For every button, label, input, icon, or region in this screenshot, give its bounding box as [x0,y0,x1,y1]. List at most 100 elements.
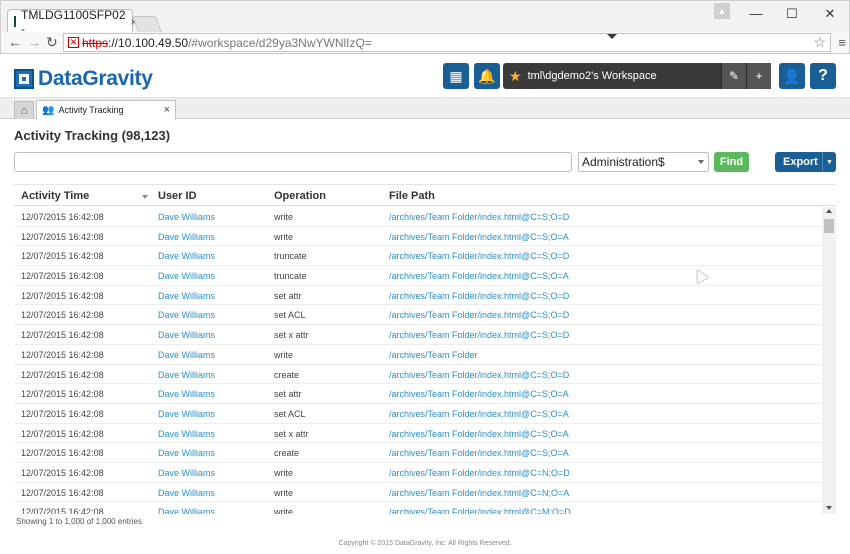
scroll-thumb[interactable] [824,219,834,233]
star-icon[interactable]: ☆ [813,34,826,51]
menu-icon[interactable]: ≡ [838,35,846,50]
table-info: Showing 1 to 1,000 of 1,000 entries [16,517,142,526]
cell-user-id[interactable]: Dave Williams [158,330,215,340]
table-row[interactable]: 12/07/2015 16:42:08 Dave Williams write/ar… [14,227,822,247]
cell-file-path[interactable]: /archives/Team Folder/index.html@C=S;O=D [389,370,569,380]
forward-arrow-icon[interactable]: → [27,34,41,50]
table-row[interactable]: 12/07/2015 16:42:08 Dave Williams set attr… [14,384,822,404]
cell-user-id[interactable]: Dave Williams [158,232,215,242]
share-select[interactable]: Administration$ [578,152,709,172]
cell-operation: set x attr [274,428,309,439]
cell-user-id[interactable]: Dave Williams [158,291,215,301]
profile-icon[interactable]: ▲ [714,3,730,19]
column-header-user-id[interactable]: User ID [158,190,197,202]
table-row[interactable]: 12/07/2015 16:42:08 Dave Williams write/ar… [14,483,822,503]
cell-activity-time: 12/07/2015 16:42:08 [21,231,104,242]
cell-user-id[interactable]: Dave Williams [158,389,215,399]
cell-activity-time: 12/07/2015 16:42:08 [21,507,104,514]
home-icon[interactable]: ⌂ [14,101,34,119]
cell-file-path[interactable]: /archives/Team Folder/index.html@C=S;O=D [389,291,569,301]
cell-user-id[interactable]: Dave Williams [158,409,215,419]
app-tab-strip: ⌂ 👥 Activity Tracking × [0,97,850,120]
table-row[interactable]: 12/07/2015 16:42:08 Dave Williams set ACL /… [14,404,822,424]
logo[interactable]: DataGravity [14,67,153,91]
logo-icon [14,69,34,89]
sort-icon[interactable] [142,195,148,199]
minimize-button[interactable]: — [745,5,767,23]
table-row[interactable]: 12/07/2015 16:42:08 Dave Williams set ACL /… [14,305,822,326]
bell-icon[interactable]: 🔔 [474,63,500,89]
cell-user-id[interactable]: Dave Williams [158,488,215,498]
table-row[interactable]: 12/07/2015 16:42:08 Dave Williams set attr… [14,286,822,306]
cell-user-id[interactable]: Dave Williams [158,251,215,261]
plus-icon[interactable]: + [746,63,771,89]
cell-operation: set ACL [274,310,306,321]
back-arrow-icon[interactable]: ← [8,34,22,50]
cell-user-id[interactable]: Dave Williams [158,468,215,478]
table-row[interactable]: 12/07/2015 16:42:08 Dave Williams create/a… [14,443,822,463]
browser-tab[interactable]: TMLDG1100SFP02 - × [7,8,138,36]
table-row[interactable]: 12/07/2015 16:42:08 Dave Williams set x at… [14,325,822,345]
scrollbar[interactable] [822,207,836,514]
search-input[interactable] [14,152,572,172]
close-window-button[interactable]: ✕ [819,5,841,23]
column-header-activity-time[interactable]: Activity Time [21,190,89,202]
close-tab-icon[interactable]: × [164,104,170,116]
cell-user-id[interactable]: Dave Williams [158,212,215,222]
cell-operation: write [274,467,294,478]
page-title: Activity Tracking (98,123) [14,128,171,143]
cell-activity-time: 12/07/2015 16:42:08 [21,330,104,341]
new-tab-button[interactable] [132,16,162,32]
table-row[interactable]: 12/07/2015 16:42:08 Dave Williams set x at… [14,424,822,444]
table-row[interactable]: 12/07/2015 16:42:08 Dave Williams create/a… [14,365,822,385]
cell-file-path[interactable]: /archives/Team Folder/index.html@C=M;O=D [389,507,571,514]
table-row[interactable]: 12/07/2015 16:42:08 Dave Williams write/ar… [14,345,822,365]
column-header-operation[interactable]: Operation [274,190,326,202]
cell-file-path[interactable]: /archives/Team Folder/index.html@C=S;O=D [389,251,569,261]
cell-file-path[interactable]: /archives/Team Folder/index.html@C=S;O=D [389,330,569,340]
column-header-file-path[interactable]: File Path [389,190,435,202]
cell-file-path[interactable]: /archives/Team Folder/index.html@C=S;O=A [389,448,569,458]
find-button[interactable]: Find [714,152,749,172]
cell-file-path[interactable]: /archives/Team Folder/index.html@C=S;O=A [389,429,569,439]
cell-file-path[interactable]: /archives/Team Folder/index.html@C=S;O=A [389,389,569,399]
cell-file-path[interactable]: /archives/Team Folder/index.html@C=S;O=D [389,310,569,320]
cell-file-path[interactable]: /archives/Team Folder [389,350,478,360]
cell-file-path[interactable]: /archives/Team Folder/index.html@C=N;O=A [389,488,569,498]
cell-file-path[interactable]: /archives/Team Folder/index.html@C=S;O=D [389,212,569,222]
cell-user-id[interactable]: Dave Williams [158,271,215,281]
cell-activity-time: 12/07/2015 16:42:08 [21,467,104,478]
pencil-icon[interactable]: ✎ [721,63,746,89]
cell-file-path[interactable]: /archives/Team Folder/index.html@C=S;O=A [389,409,569,419]
export-button[interactable]: Export ▼ [775,152,836,172]
cell-user-id[interactable]: Dave Williams [158,370,215,380]
help-icon[interactable]: ? [810,63,836,89]
table-row[interactable]: 12/07/2015 16:42:08 Dave Williams write/ar… [14,502,822,514]
reload-icon[interactable]: ↻ [46,34,58,51]
chevron-down-icon[interactable]: ▼ [822,152,836,172]
scroll-up-icon[interactable] [826,209,832,213]
cell-user-id[interactable]: Dave Williams [158,448,215,458]
table-row[interactable]: 12/07/2015 16:42:08 Dave Williams truncate… [14,246,822,267]
grid-icon[interactable]: ▦ [443,63,469,89]
cell-file-path[interactable]: /archives/Team Folder/index.html@C=N;O=D [389,468,570,478]
cell-file-path[interactable]: /archives/Team Folder/index.html@C=S;O=A [389,271,569,281]
scroll-down-icon[interactable] [826,506,832,510]
cell-user-id[interactable]: Dave Williams [158,507,215,514]
tab-activity-tracking[interactable]: 👥 Activity Tracking × [36,100,176,120]
cell-operation: set attr [274,290,302,301]
user-icon[interactable]: 👤 [779,63,805,89]
table-row[interactable]: 12/07/2015 16:42:08 Dave Williams write/ar… [14,463,822,483]
cell-user-id[interactable]: Dave Williams [158,310,215,320]
maximize-button[interactable]: ☐ [781,5,803,23]
cell-operation: write [274,212,294,222]
cell-file-path[interactable]: /archives/Team Folder/index.html@C=S;O=A [389,232,569,242]
table-row[interactable]: 12/07/2015 16:42:08 Dave Williams write/ar… [14,207,822,227]
cell-user-id[interactable]: Dave Williams [158,429,215,439]
users-icon: 👥 [42,104,55,116]
cell-activity-time: 12/07/2015 16:42:08 [21,349,104,360]
address-bar[interactable]: ✕ https ://10.100.49.50 /#workspace/d29y… [63,33,831,52]
cell-user-id[interactable]: Dave Williams [158,350,215,360]
app-header: DataGravity ▦ 🔔 ★ tml\dgdemo2's Workspac… [0,55,850,97]
workspace-bar[interactable]: ★ tml\dgdemo2's Workspace ✎ + [503,63,771,89]
